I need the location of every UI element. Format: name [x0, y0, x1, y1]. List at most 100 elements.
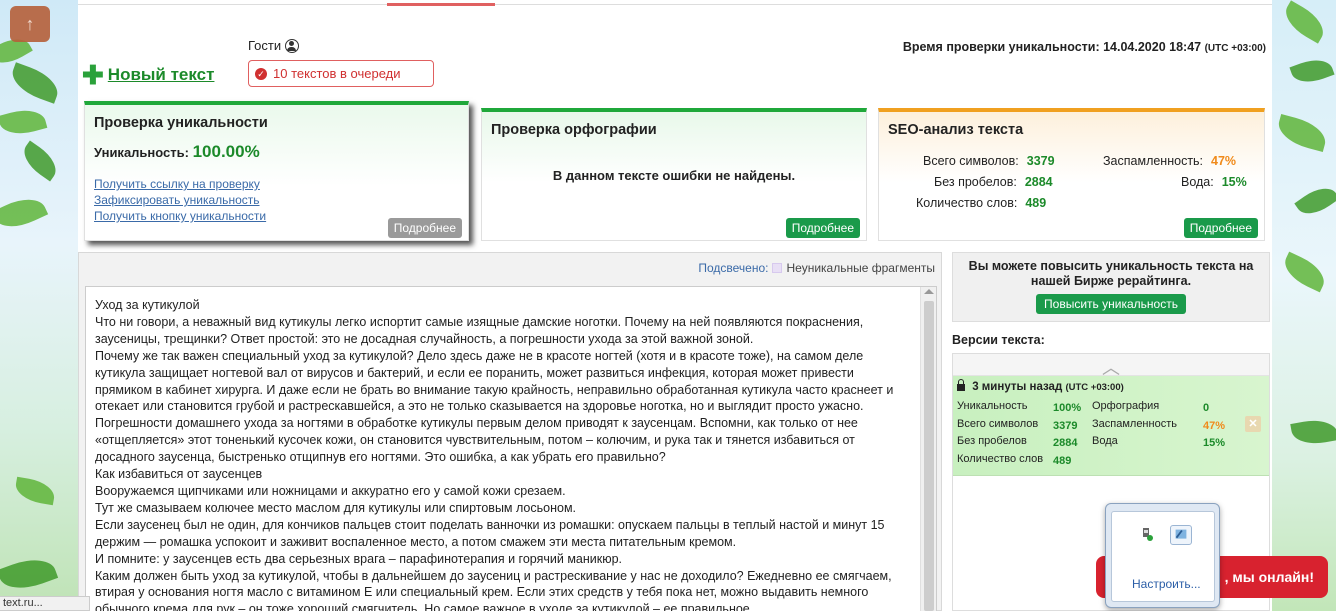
check-circle-icon: ✓: [255, 67, 267, 80]
seo-no-spaces-label: Без пробелов:: [934, 175, 1017, 189]
text-scrollbar[interactable]: [920, 287, 936, 611]
fix-uniqueness-link[interactable]: Зафиксировать уникальность: [94, 192, 468, 208]
uniqueness-card-title: Проверка уникальности: [94, 115, 268, 131]
seo-spam-value: 47%: [1211, 154, 1237, 168]
uniqueness-card: Проверка уникальности Уникальность: 100.…: [84, 101, 469, 241]
seo-total-chars-value: 3379: [1026, 154, 1055, 168]
active-tab-indicator: [387, 3, 495, 6]
version-uniq-value: 100%: [1053, 402, 1082, 414]
seo-total-chars: Всего символов: 3379: [923, 154, 1055, 168]
queue-badge[interactable]: ✓ 10 текстов в очереди: [248, 60, 434, 87]
user-icon: [285, 38, 300, 53]
version-header: 3 минуты назад (UTC +03:00): [957, 379, 1265, 393]
version-values-right: 0 47% 15%: [1203, 402, 1225, 455]
scrollbar-thumb[interactable]: [924, 301, 934, 611]
text-line: Что ни говори, а неважный вид кутикулы л…: [95, 314, 864, 346]
close-icon[interactable]: ✕: [1245, 416, 1261, 432]
seo-spam: Заспамленность: 47%: [1103, 154, 1236, 168]
new-text-link[interactable]: ✚ Новый текст: [82, 60, 215, 90]
version-spam-label: Заспамленность: [1092, 417, 1177, 430]
text-line: Вооружаемся щипчиками или ножницами и ак…: [95, 483, 566, 498]
seo-water-value: 15%: [1221, 175, 1247, 189]
text-line: Погрешности домашнего ухода за ногтями в…: [95, 416, 858, 465]
seo-words: Количество слов: 489: [916, 196, 1046, 210]
uniqueness-more-button[interactable]: Подробнее: [387, 218, 462, 238]
check-time-timezone: (UTC +03:00): [1204, 43, 1266, 54]
text-line: Почему же так важен специальный уход за …: [95, 348, 894, 414]
network-icon[interactable]: [1170, 525, 1192, 545]
version-words-label: Количество слов: [957, 452, 1044, 465]
version-spelling-value: 0: [1203, 402, 1210, 414]
text-line: Как избавиться от заусенцев: [95, 467, 263, 482]
scroll-top-button[interactable]: ↑: [10, 6, 50, 42]
version-spelling-label: Орфография: [1092, 400, 1160, 412]
seo-no-spaces-value: 2884: [1024, 175, 1053, 189]
checked-text: Уход за кутикулой Что ни говори, а неваж…: [86, 287, 936, 611]
version-chars-value: 3379: [1053, 419, 1078, 432]
spelling-card-title: Проверка орфографии: [491, 122, 657, 138]
text-line: Тут же смазываем колючее место маслом дл…: [95, 500, 577, 515]
check-time: Время проверки уникальности: 14.04.2020 …: [903, 40, 1266, 54]
arrow-up-icon: ↑: [25, 14, 35, 34]
spelling-message: В данном тексте ошибки не найдены.: [552, 168, 796, 183]
uniqueness-label: Уникальность:: [94, 145, 189, 160]
version-chars-label: Всего символов: [957, 417, 1039, 430]
seo-card-title: SEO-анализ текста: [888, 122, 1024, 138]
version-labels-right: Орфография Заспамленность Вода: [1092, 400, 1177, 453]
new-text-label[interactable]: Новый текст: [108, 65, 215, 85]
version-words-value: 489: [1053, 454, 1072, 467]
legend-swatch: [772, 263, 783, 273]
version-water-label: Вода: [1092, 435, 1118, 447]
status-bar-url: text.ru...: [0, 596, 90, 611]
legend-highlighted-label: Подсвечено:: [698, 261, 769, 275]
configure-link[interactable]: Настроить...: [1132, 577, 1201, 591]
usb-device-icon[interactable]: [1140, 527, 1154, 541]
uniqueness-result: Уникальность: 100.00%: [94, 142, 468, 162]
text-panel: Подсвечено: Неуникальные фрагменты Уход …: [78, 252, 942, 611]
version-values-left: 100% 3379 2884 489: [1053, 402, 1081, 472]
queue-label: 10 текстов в очереди: [273, 66, 401, 81]
seo-card: SEO-анализ текста Всего символов: 3379 Б…: [878, 108, 1265, 241]
promo-text: Вы можете повысить уникальность текста н…: [968, 259, 1254, 288]
main-content: ✚ Новый текст Гости ✓ 10 текстов в очере…: [78, 0, 1272, 611]
seo-water-label: Вода:: [1181, 175, 1214, 189]
guests-indicator[interactable]: Гости: [248, 38, 300, 53]
seo-water: Вода: 15%: [1181, 175, 1247, 189]
version-item[interactable]: 3 минуты назад (UTC +03:00) Уникальность…: [953, 376, 1269, 476]
chevron-up-icon[interactable]: ︿: [953, 354, 1269, 378]
seo-words-label: Количество слов:: [916, 196, 1018, 210]
version-no-spaces-value: 2884: [1053, 437, 1078, 449]
text-line: Уход за кутикулой: [95, 298, 200, 312]
version-uniq-label: Уникальность: [957, 400, 1028, 412]
seo-total-chars-label: Всего символов:: [923, 154, 1019, 168]
text-line: И помните: у заусенцев есть два серьезны…: [95, 551, 623, 566]
version-timezone: (UTC +03:00): [1065, 382, 1124, 393]
divider: [78, 4, 1272, 5]
system-tray-popup: Настроить...: [1105, 503, 1220, 608]
spelling-card: Проверка орфографии В данном тексте ошиб…: [481, 108, 867, 241]
seo-words-value: 489: [1025, 196, 1047, 210]
version-spam-value: 47%: [1203, 419, 1226, 432]
scroll-up-icon[interactable]: [924, 289, 934, 294]
spelling-more-button[interactable]: Подробнее: [785, 218, 860, 238]
get-check-link[interactable]: Получить ссылку на проверку: [94, 176, 468, 192]
version-labels-left: Уникальность Всего символов Без пробелов…: [957, 400, 1043, 470]
text-line: Каким должен быть уход за кутикулой, что…: [95, 568, 892, 611]
increase-uniqueness-button[interactable]: Повысить уникальность: [1036, 294, 1186, 314]
seo-spam-label: Заспамленность:: [1103, 154, 1204, 168]
legend-label: Неуникальные фрагменты: [786, 261, 935, 275]
left-background-decoration: ↑: [0, 0, 78, 611]
highlight-legend: Подсвечено: Неуникальные фрагменты: [698, 261, 935, 275]
uniqueness-value: 100.00%: [192, 142, 260, 161]
versions-title: Версии текста:: [952, 333, 1045, 347]
version-water-value: 15%: [1203, 437, 1226, 449]
guests-label: Гости: [248, 38, 282, 53]
seo-more-button[interactable]: Подробнее: [1183, 218, 1258, 238]
checked-text-area[interactable]: Уход за кутикулой Что ни говори, а неваж…: [85, 286, 937, 611]
right-background-decoration: [1272, 0, 1336, 611]
seo-no-spaces: Без пробелов: 2884: [934, 175, 1053, 189]
rewrite-promo: Вы можете повысить уникальность текста н…: [952, 252, 1270, 322]
check-time-label: Время проверки уникальности: 14.04.2020 …: [902, 40, 1202, 54]
plus-icon: ✚: [82, 60, 104, 90]
version-time: 3 минуты назад: [972, 381, 1063, 393]
